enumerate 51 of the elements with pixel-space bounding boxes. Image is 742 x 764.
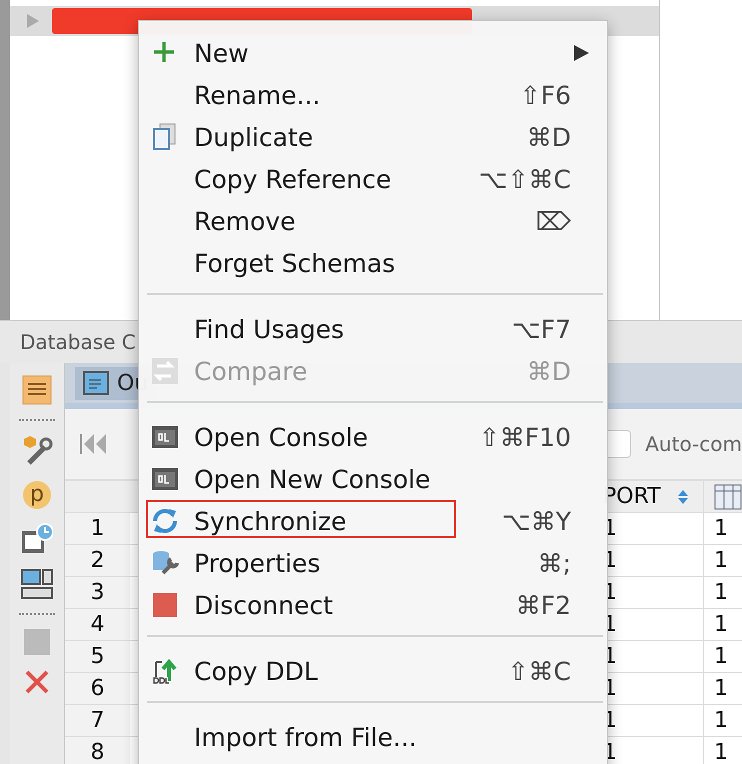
auto-commit-label: Auto-com	[645, 432, 742, 456]
layout-icon[interactable]	[21, 569, 53, 599]
menu-item[interactable]: Duplicate ⌘D	[139, 116, 607, 158]
clock-document-icon[interactable]	[21, 523, 53, 555]
compare-icon	[151, 357, 179, 385]
submenu-arrow-icon	[573, 45, 589, 61]
first-page-icon[interactable]	[79, 432, 107, 456]
panel-title: Database C	[20, 330, 136, 354]
p-badge-icon[interactable]: p	[23, 481, 51, 509]
table-cell: 1	[714, 676, 728, 701]
console-icon	[151, 423, 179, 451]
sort-icon[interactable]	[676, 488, 689, 504]
row-number: 7	[90, 708, 104, 733]
table-cell: 1	[714, 612, 728, 637]
ddl-icon	[151, 657, 179, 685]
table-cell: 1	[714, 548, 728, 573]
row-number: 8	[90, 740, 104, 764]
menu-item[interactable]: Import from File...	[139, 716, 607, 758]
row-number: 6	[90, 676, 104, 701]
menu-item[interactable]: Synchronize ⌥⌘Y	[139, 500, 607, 542]
menu-item[interactable]: Properties ⌘;	[139, 542, 607, 584]
row-number: 3	[90, 580, 104, 605]
row-number: 5	[90, 644, 104, 669]
document-icon[interactable]	[22, 375, 52, 405]
table-icon[interactable]	[714, 484, 742, 510]
sync-icon	[151, 507, 179, 535]
table-cell: 1	[714, 708, 728, 733]
menu-item[interactable]: Copy DDL ⇧⌘C	[139, 650, 607, 692]
menu-item[interactable]: Open Console ⇧⌘F10	[139, 416, 607, 458]
database-wrench-icon	[151, 549, 179, 577]
output-icon	[83, 371, 109, 395]
menu-item[interactable]: Rename... ⇧F6	[139, 74, 607, 116]
table-cell: 1	[714, 644, 728, 669]
menu-item[interactable]: Forget Schemas	[139, 242, 607, 284]
console-icon	[151, 465, 179, 493]
menu-item[interactable]: Disconnect ⌘F2	[139, 584, 607, 626]
close-icon[interactable]	[24, 669, 50, 695]
menu-item[interactable]: Open New Console	[139, 458, 607, 500]
table-cell: 1	[714, 580, 728, 605]
row-number: 1	[90, 516, 104, 541]
stop-square-icon	[151, 591, 179, 619]
row-number: 4	[90, 612, 104, 637]
menu-item[interactable]: Find Usages ⌥F7	[139, 308, 607, 350]
menu-item[interactable]: Remove ⌦	[139, 200, 607, 242]
wrench-icon[interactable]	[21, 435, 53, 467]
table-cell: 1	[714, 516, 728, 541]
row-number: 2	[90, 548, 104, 573]
menu-item[interactable]: New	[139, 32, 607, 74]
expand-arrow-icon[interactable]	[26, 13, 40, 29]
table-cell: 1	[714, 740, 728, 764]
menu-item[interactable]: Copy Reference ⌥⇧⌘C	[139, 158, 607, 200]
